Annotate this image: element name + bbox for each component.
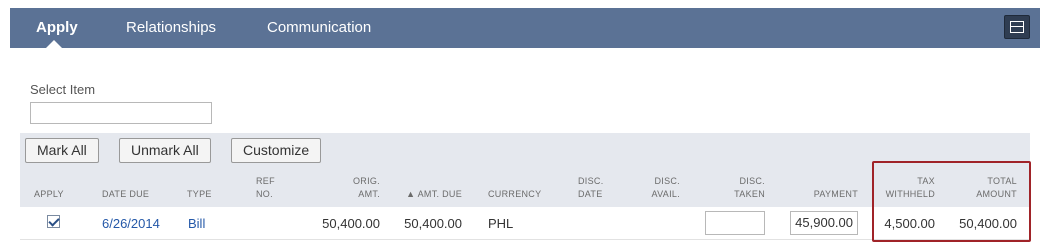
col-ref-no-line2: NO. (256, 189, 273, 199)
col-orig-amt-line1: ORIG. (352, 176, 380, 186)
type-link[interactable]: Bill (188, 216, 205, 231)
col-orig-amt-line2: AMT. (358, 189, 380, 199)
payment-input[interactable]: 45,900.00 (790, 211, 858, 235)
col-total-amount[interactable]: TOTAL AMOUNT (947, 175, 1017, 201)
col-disc-date-line1: DISC. (578, 176, 604, 186)
mark-all-button[interactable]: Mark All (25, 138, 99, 163)
col-disc-avail-line2: AVAIL. (651, 189, 680, 199)
col-currency[interactable]: CURRENCY (488, 188, 541, 201)
apply-checkbox[interactable] (47, 215, 60, 228)
tab-relationships[interactable]: Relationships (126, 8, 216, 48)
col-ref-no-line1: REF (256, 176, 275, 186)
col-tax-withheld[interactable]: TAX WITHHELD (875, 175, 935, 201)
col-disc-date-line2: DATE (578, 189, 603, 199)
col-type[interactable]: TYPE (187, 188, 212, 201)
col-orig-amt[interactable]: ORIG. AMT. (320, 175, 380, 201)
disc-taken-input[interactable] (705, 211, 765, 235)
col-amt-due[interactable]: ▲ AMT. DUE (392, 188, 462, 201)
layout-toggle-icon (1010, 21, 1024, 33)
col-disc-avail-line1: DISC. (654, 176, 680, 186)
subtab-bar: Apply Relationships Communication (10, 8, 1040, 48)
date-due-link[interactable]: 6/26/2014 (102, 216, 160, 231)
col-tax-withheld-line1: TAX (917, 176, 935, 186)
sublist-toolbar: Mark All Unmark All Customize (20, 133, 1030, 168)
customize-button[interactable]: Customize (231, 138, 322, 163)
amt-due-cell: 50,400.00 (404, 216, 462, 231)
select-item-label: Select Item (30, 82, 96, 97)
col-disc-taken[interactable]: DISC. TAKEN (705, 175, 765, 201)
col-apply[interactable]: APPLY (34, 188, 64, 201)
col-payment[interactable]: PAYMENT (788, 188, 858, 201)
active-tab-caret-icon (46, 40, 62, 48)
currency-cell: PHL (488, 216, 514, 231)
table-row: 6/26/2014 Bill 50,400.00 50,400.00 PHL 4… (20, 207, 1030, 240)
col-disc-taken-line2: TAKEN (734, 189, 765, 199)
col-disc-date[interactable]: DISC. DATE (578, 175, 604, 201)
select-item-input[interactable] (30, 102, 212, 124)
total-amount-cell: 50,400.00 (959, 216, 1017, 231)
col-tax-withheld-line2: WITHHELD (885, 189, 935, 199)
tax-withheld-cell: 4,500.00 (884, 216, 935, 231)
col-disc-taken-line1: DISC. (739, 176, 765, 186)
orig-amt-cell: 50,400.00 (322, 216, 380, 231)
col-date-due[interactable]: DATE DUE (102, 188, 149, 201)
tab-communication[interactable]: Communication (267, 8, 371, 48)
col-ref-no[interactable]: REF NO. (256, 175, 275, 201)
table-header: APPLY DATE DUE TYPE REF NO. ORIG. AMT. ▲… (20, 168, 1030, 207)
col-total-amount-line1: TOTAL (987, 176, 1017, 186)
unmark-all-button[interactable]: Unmark All (119, 138, 211, 163)
col-disc-avail[interactable]: DISC. AVAIL. (620, 175, 680, 201)
col-total-amount-line2: AMOUNT (976, 189, 1017, 199)
layout-toggle-button[interactable] (1004, 15, 1030, 39)
